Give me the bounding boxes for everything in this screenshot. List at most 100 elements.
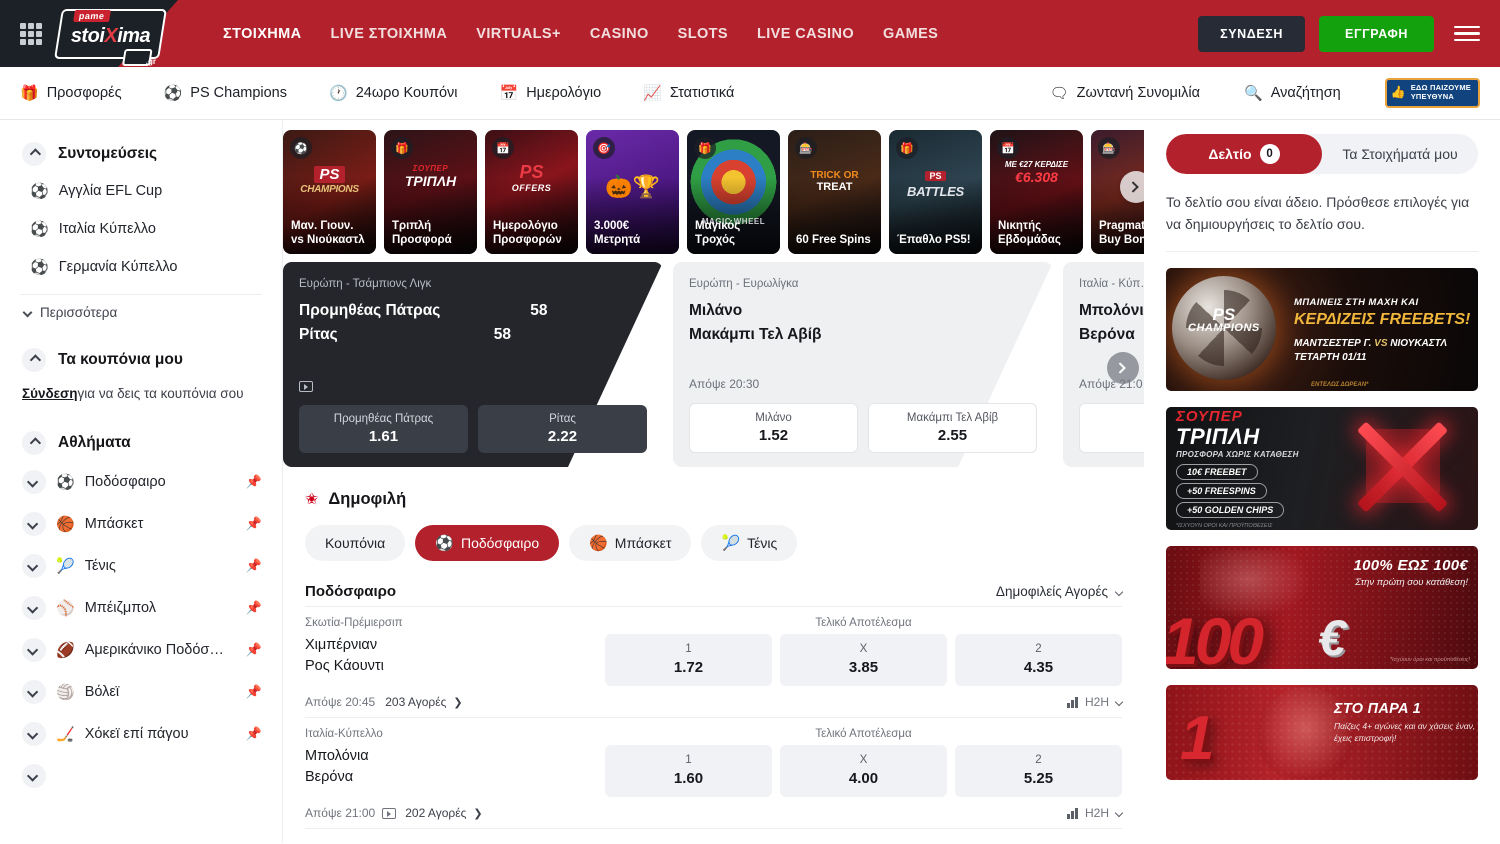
odd-button-x[interactable]: X 4.00	[780, 745, 947, 797]
pin-icon[interactable]: 📌	[246, 642, 262, 658]
promo-tile[interactable]: 🎁 PS BATTLES Έπαθλο PS5!	[889, 130, 982, 254]
sidebar-sport-baseball[interactable]: ⚾ Μπέιζμπολ 📌	[0, 587, 282, 629]
promo-tile[interactable]: 🎁 ΣΟΥΠΕΡ ΤΡΙΠΛΗ Τριπλή Προσφορά	[384, 130, 477, 254]
nav-item-casino[interactable]: CASINO	[590, 26, 649, 42]
site-logo[interactable]: pame stoiXima .gr	[58, 9, 163, 59]
odd-button-1[interactable]: 1 1.60	[605, 745, 772, 797]
nav-item-games[interactable]: GAMES	[883, 26, 938, 42]
nav-item-stoixima[interactable]: ΣΤΟΙΧΗΜΑ	[223, 26, 302, 42]
chevron-down-icon[interactable]	[22, 512, 46, 536]
login-button[interactable]: ΣΥΝΔΕΣΗ	[1198, 16, 1305, 52]
h2h-button[interactable]: H2H	[1067, 806, 1122, 820]
promo-tile[interactable]: 🎁 MAGIC WHEEL Μαγικός Τροχός	[687, 130, 780, 254]
apps-grid-icon[interactable]	[20, 23, 42, 45]
promos-next-button[interactable]	[1120, 171, 1144, 203]
nav-item-live-casino[interactable]: LIVE CASINO	[757, 26, 854, 42]
pin-icon[interactable]: 📌	[246, 474, 262, 490]
match-markets-count[interactable]: 202 Αγορές	[405, 806, 466, 820]
tab-football[interactable]: ⚽ Ποδόσφαιρο	[415, 525, 559, 561]
pin-icon[interactable]: 📌	[246, 600, 262, 616]
subnav-item-24h-coupon[interactable]: 🕐 24ωρο Κουπόνι	[329, 85, 458, 101]
featured-odd-button[interactable]: Μιλάνο 1.52	[689, 403, 858, 453]
chevron-down-icon[interactable]	[22, 596, 46, 620]
nav-item-slots[interactable]: SLOTS	[678, 26, 728, 42]
nav-item-virtuals[interactable]: VIRTUALS+	[476, 26, 561, 42]
sidebar-sport-ice-hockey[interactable]: 🏒 Χόκεϊ επί πάγου 📌	[0, 713, 282, 755]
chevron-down-icon[interactable]	[22, 470, 46, 494]
banner-super-triple[interactable]: ΣΟΥΠΕΡ ΤΡΙΠΛΗ ΠΡΟΣΦΟΡΑ ΧΩΡΙΣ ΚΑΤΑΘΕΣΗ 10…	[1166, 407, 1478, 530]
featured-match-card[interactable]: Ευρώπη - Τσάμπιονς Λιγκ Προμηθέας Πάτρας…	[283, 262, 663, 467]
promo-tile[interactable]: 🎰 TRICK OR TREAT 60 Free Spins	[788, 130, 881, 254]
featured-odd-button[interactable]: Μακάμπι Τελ Αβίβ 2.55	[868, 403, 1037, 453]
chevron-right-icon[interactable]: ❯	[473, 807, 482, 820]
featured-odd-button[interactable]: Ρίτας 2.22	[478, 405, 647, 453]
sidebar-sport-volleyball[interactable]: 🏐 Βόλεϊ 📌	[0, 671, 282, 713]
tv-stream-icon[interactable]	[382, 808, 396, 819]
subnav-item-offers[interactable]: 🎁 Προσφορές	[20, 85, 122, 101]
chevron-down-icon[interactable]	[22, 638, 46, 662]
pin-icon[interactable]: 📌	[246, 558, 262, 574]
sidebar-item-germany-cup[interactable]: ⚽ Γερμανία Κύπελλο	[0, 248, 282, 286]
odd-button-2[interactable]: 2 4.35	[955, 634, 1122, 686]
subnav-item-calendar[interactable]: 📅 Ημερολόγιο	[500, 85, 602, 101]
promo-tile[interactable]: 📅 ΜΕ €27 ΚΕΡΔΙΣΕ €6.308 Νικητής Εβδομάδα…	[990, 130, 1083, 254]
featured-odd-label: Ρίτας	[484, 413, 641, 425]
odd-button-x[interactable]: X 3.85	[780, 634, 947, 686]
sidebar-section-shortcuts[interactable]: Συντομεύσεις	[0, 136, 282, 172]
pin-icon[interactable]: 📌	[246, 726, 262, 742]
subnav-item-ps-champions[interactable]: ⚽ PS Champions	[164, 85, 287, 101]
tab-basketball[interactable]: 🏀 Μπάσκετ	[569, 525, 691, 561]
featured-match-card[interactable]: Ευρώπη - Ευρωλίγκα Μιλάνο Μακάμπι Τελ Αβ…	[673, 262, 1053, 467]
promo-tile[interactable]: 📅 PS OFFERS 3.000€ Μετρητά Ημερολόγιο Πρ…	[485, 130, 578, 254]
banner-sto-para-1[interactable]: 1 ΣΤΟ ΠΑΡΑ 1 Παίζεις 4+ αγώνες και αν χά…	[1166, 685, 1478, 780]
register-button[interactable]: ΕΓΓΡΑΦΗ	[1319, 16, 1434, 52]
odd-button-2[interactable]: 2 5.25	[955, 745, 1122, 797]
sidebar-item-italy-cup[interactable]: ⚽ Ιταλία Κύπελλο	[0, 210, 282, 248]
betslip-count-badge: 0	[1260, 144, 1280, 164]
match-info[interactable]: Ιταλία-Κύπελλο Μπολόνια Βερόνα	[305, 728, 605, 788]
sidebar-sport-partial[interactable]	[0, 755, 282, 797]
promo-tile[interactable]: ⚽ PS CHAMPIONS Μαν. Γιουν. vs Νιούκαστλ	[283, 130, 376, 254]
odd-button-1[interactable]: 1 1.72	[605, 634, 772, 686]
pin-icon[interactable]: 📌	[246, 516, 262, 532]
tab-tennis[interactable]: 🎾 Τένις	[701, 525, 797, 561]
chevron-right-icon[interactable]: ❯	[453, 696, 462, 709]
match-markets-count[interactable]: 203 Αγορές	[385, 695, 446, 709]
chevron-down-icon[interactable]	[22, 722, 46, 746]
hamburger-menu-icon[interactable]	[1454, 26, 1480, 42]
sidebar-section-my-coupons[interactable]: Τα κουπόνια μου	[0, 342, 282, 378]
markets-dropdown[interactable]: Δημοφιλείς Αγορές	[996, 584, 1122, 599]
pin-icon[interactable]: 📌	[246, 684, 262, 700]
search-button[interactable]: 🔍 Αναζήτηση	[1244, 85, 1341, 101]
chevron-down-icon[interactable]	[22, 764, 46, 788]
tab-betslip[interactable]: Δελτίο 0	[1166, 134, 1322, 174]
sidebar-sport-american-football[interactable]: 🏈 Αμερικάνικο Ποδόσ… 📌	[0, 629, 282, 671]
responsible-gaming-badge[interactable]: ΕΔΩ ΠΑΙΖΟΥΜΕ ΥΠΕΥΘΥΝΑ	[1385, 78, 1480, 107]
banner-100-percent-bonus[interactable]: 100 € 100% ΕΩΣ 100€ Στην πρώτη σου κατάθ…	[1166, 546, 1478, 669]
chevron-down-icon[interactable]	[22, 680, 46, 704]
sidebar-login-link[interactable]: Σύνδεση	[22, 386, 78, 401]
chevron-down-icon[interactable]	[22, 554, 46, 578]
banner-line-2: ΤΡΙΠΛΗ	[1176, 426, 1478, 448]
featured-next-button[interactable]	[1107, 352, 1139, 384]
tv-stream-icon[interactable]	[299, 381, 313, 392]
sidebar-item-efl-cup[interactable]: ⚽ Αγγλία EFL Cup	[0, 172, 282, 210]
banner-ps-champions[interactable]: PS CHAMPIONS ΜΠΑΙΝΕΙΣ ΣΤΗ ΜΑΧΗ ΚΑΙ ΚΕΡΔΙ…	[1166, 268, 1478, 391]
sidebar-sport-football[interactable]: ⚽ Ποδόσφαιρο 📌	[0, 461, 282, 503]
match-info[interactable]: Σκωτία-Πρέμιερσιπ Χιμπέρνιαν Ρος Κάουντι	[305, 617, 605, 677]
tab-coupons[interactable]: Κουπόνια	[305, 525, 405, 561]
subnav-item-statistics[interactable]: 📈 Στατιστικά	[643, 85, 734, 101]
sidebar-more-button[interactable]: Περισσότερα	[20, 294, 262, 330]
featured-odd-button[interactable]: 1 1.6	[1079, 403, 1144, 453]
header-actions: ΣΥΝΔΕΣΗ ΕΓΓΡΑΦΗ	[1198, 16, 1500, 52]
sidebar-sport-tennis[interactable]: 🎾 Τένις 📌	[0, 545, 282, 587]
featured-odd-button[interactable]: Προμηθέας Πάτρας 1.61	[299, 405, 468, 453]
promo-tile[interactable]: 🎯 🎃🏆 3.000€ Μετρητά	[586, 130, 679, 254]
tab-mybets[interactable]: Τα Στοιχήματά μου	[1322, 134, 1478, 174]
h2h-button[interactable]: H2H	[1067, 695, 1122, 709]
live-chat-button[interactable]: 🗨 Ζωντανή Συνομιλία	[1050, 85, 1200, 101]
sidebar-section-sports[interactable]: Αθλήματα	[0, 425, 282, 461]
banner-line-3: ΠΡΟΣΦΟΡΑ ΧΩΡΙΣ ΚΑΤΑΘΕΣΗ	[1176, 450, 1478, 459]
sidebar-sport-basketball[interactable]: 🏀 Μπάσκετ 📌	[0, 503, 282, 545]
nav-item-live-stoixima[interactable]: LIVE ΣΤΟΙΧΗΜΑ	[331, 26, 448, 42]
